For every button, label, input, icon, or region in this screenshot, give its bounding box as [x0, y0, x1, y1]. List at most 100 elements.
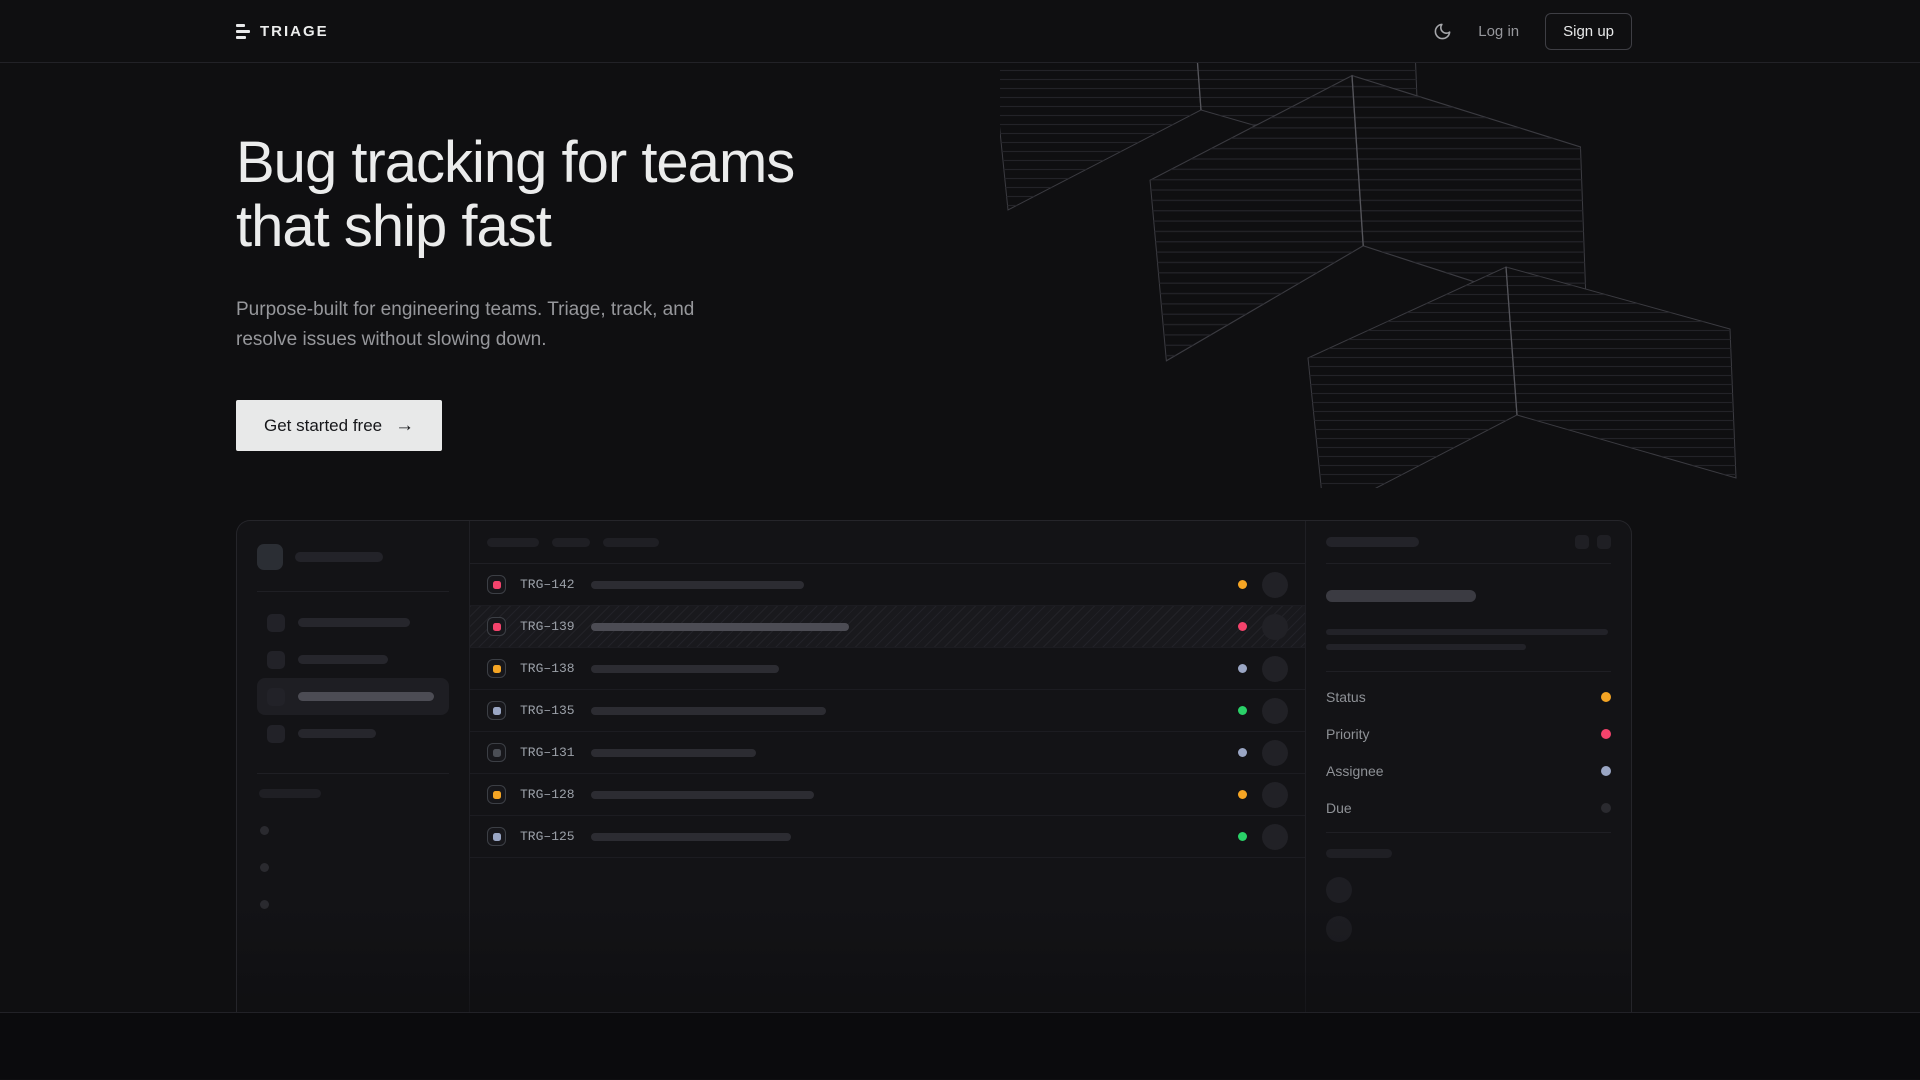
tab-skeleton	[487, 538, 539, 547]
divider	[257, 591, 449, 592]
detail-avatar-skeleton	[1326, 916, 1352, 942]
theme-toggle-button[interactable]	[1433, 22, 1452, 41]
page-footer	[0, 1013, 1920, 1079]
issue-type-icon	[487, 743, 506, 762]
issue-type-icon	[487, 785, 506, 804]
issue-rows: TRG–142 TRG–139 TRG–138 TRG–135 TRG–131	[470, 564, 1305, 858]
issue-avatar	[1262, 698, 1288, 724]
detail-property-row: Priority	[1326, 715, 1611, 752]
sidebar-section-label-skeleton	[259, 789, 321, 798]
issue-avatar	[1262, 782, 1288, 808]
issue-type-icon	[487, 575, 506, 594]
divider	[257, 773, 449, 774]
sidebar-logo-bar	[295, 552, 383, 562]
divider	[1326, 832, 1611, 833]
sidebar-item-skeleton-active	[257, 678, 449, 715]
sidebar-item-skeleton	[257, 604, 449, 641]
sidebar-menu-skeleton	[257, 604, 449, 752]
issue-list-tabs-skeleton	[470, 521, 1305, 564]
issue-row: TRG–128	[470, 774, 1305, 816]
property-value-dot	[1601, 803, 1611, 813]
property-value-dot	[1601, 729, 1611, 739]
issue-title-skeleton	[591, 623, 849, 631]
issue-type-icon	[487, 827, 506, 846]
issue-list: TRG–142 TRG–139 TRG–138 TRG–135 TRG–131	[470, 521, 1305, 1013]
detail-description-skeleton	[1326, 644, 1526, 650]
issue-row: TRG–125	[470, 816, 1305, 858]
triage-logo-icon	[236, 24, 250, 39]
mockup-sidebar	[237, 521, 470, 1013]
detail-property-row: Due	[1326, 789, 1611, 826]
sidebar-item-skeleton	[257, 641, 449, 678]
property-label: Assignee	[1326, 763, 1384, 779]
issue-status-dot	[1238, 748, 1247, 757]
detail-action-button-skeleton	[1575, 535, 1589, 549]
issue-id: TRG–138	[520, 661, 578, 676]
app-mockup: TRG–142 TRG–139 TRG–138 TRG–135 TRG–131	[236, 520, 1632, 1013]
get-started-label: Get started free	[264, 416, 382, 436]
detail-section-label-skeleton	[1326, 849, 1392, 858]
issue-row: TRG–142	[470, 564, 1305, 606]
issue-id: TRG–125	[520, 829, 578, 844]
hero-title-line2: that ship fast	[236, 194, 551, 259]
issue-row: TRG–139	[470, 606, 1305, 648]
issue-title-skeleton	[591, 665, 779, 673]
issue-title-skeleton	[591, 581, 804, 589]
sidebar-dot-skeleton	[260, 863, 269, 872]
detail-avatar-skeleton	[1326, 877, 1352, 903]
detail-description-skeleton	[1326, 629, 1608, 635]
issue-title-skeleton	[591, 707, 826, 715]
property-value-dot	[1601, 766, 1611, 776]
sidebar-logo-square	[257, 544, 283, 570]
issue-type-icon	[487, 701, 506, 720]
issue-row: TRG–135	[470, 690, 1305, 732]
issue-title-skeleton	[591, 791, 814, 799]
sidebar-dot-skeleton	[260, 900, 269, 909]
hero-subtitle-line1: Purpose-built for engineering teams. Tri…	[236, 299, 694, 320]
issue-title-skeleton	[591, 749, 756, 757]
issue-avatar	[1262, 656, 1288, 682]
hero-subtitle: Purpose-built for engineering teams. Tri…	[236, 295, 1632, 355]
issue-id: TRG–131	[520, 745, 578, 760]
hero-subtitle-line2: resolve issues without slowing down.	[236, 329, 547, 350]
detail-issue-title-skeleton	[1326, 590, 1476, 602]
issue-status-dot	[1238, 622, 1247, 631]
sidebar-item-skeleton	[257, 715, 449, 752]
issue-row: TRG–138	[470, 648, 1305, 690]
issue-status-dot	[1238, 832, 1247, 841]
divider	[1326, 671, 1611, 672]
detail-title-bar-skeleton	[1326, 537, 1419, 547]
issue-status-dot	[1238, 664, 1247, 673]
issue-id: TRG–135	[520, 703, 578, 718]
issue-id: TRG–139	[520, 619, 578, 634]
issue-title-skeleton	[591, 833, 791, 841]
detail-property-row: Assignee	[1326, 752, 1611, 789]
issue-id: TRG–128	[520, 787, 578, 802]
brand[interactable]: TRIAGE	[236, 23, 329, 40]
property-value-dot	[1601, 692, 1611, 702]
tab-skeleton	[603, 538, 659, 547]
property-label: Priority	[1326, 726, 1370, 742]
issue-status-dot	[1238, 706, 1247, 715]
sidebar-logo-skeleton	[257, 544, 449, 570]
detail-header-skeleton	[1326, 521, 1611, 564]
hero-title: Bug tracking for teams that ship fast	[236, 131, 1632, 259]
brand-name: TRIAGE	[260, 23, 329, 40]
detail-actions	[1575, 535, 1611, 549]
issue-row: TRG–131	[470, 732, 1305, 774]
issue-detail-panel: Status Priority Assignee Due	[1305, 521, 1631, 1013]
sidebar-dot-skeleton	[260, 826, 269, 835]
detail-action-button-skeleton	[1597, 535, 1611, 549]
signup-button[interactable]: Sign up	[1545, 13, 1632, 50]
issue-type-icon	[487, 659, 506, 678]
issue-avatar	[1262, 824, 1288, 850]
tab-skeleton	[552, 538, 590, 547]
moon-icon	[1433, 22, 1452, 41]
issue-type-icon	[487, 617, 506, 636]
issue-status-dot	[1238, 790, 1247, 799]
issue-avatar	[1262, 740, 1288, 766]
issue-avatar	[1262, 572, 1288, 598]
get-started-button[interactable]: Get started free →	[236, 400, 442, 451]
login-link[interactable]: Log in	[1478, 23, 1519, 40]
issue-id: TRG–142	[520, 577, 578, 592]
